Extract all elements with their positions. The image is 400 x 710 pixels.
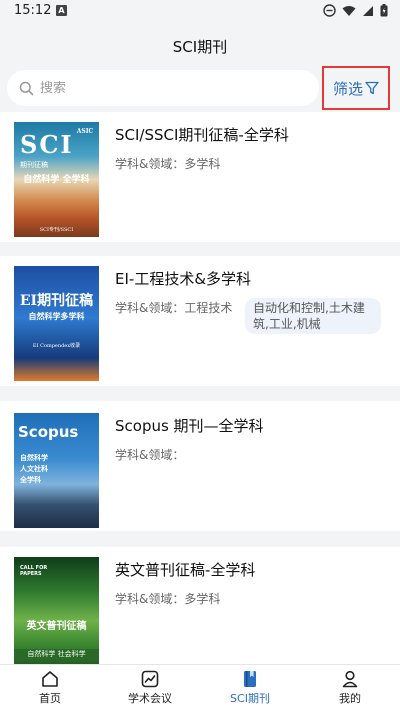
field-tag: 自动化和控制,土木建筑,工业,机械 <box>245 298 381 334</box>
cover-heading: EI期刊征稿 <box>19 293 94 309</box>
bottom-tab-bar: 首页 学术会议 SCI期刊 我的 <box>0 664 400 710</box>
wifi-icon <box>342 5 356 16</box>
journal-card[interactable]: EI期刊征稿 自然科学多学科 EI Compendex收录 EI-工程技术&多学… <box>0 256 400 386</box>
filter-button[interactable]: 筛选 <box>322 66 390 110</box>
cover-subheading: 英文普刊征稿 <box>26 621 87 632</box>
tab-label: 首页 <box>39 692 61 705</box>
cover-heading: CALL FOR PAPERS <box>20 565 48 577</box>
journal-field: 学科&领域：多学科 <box>115 155 220 172</box>
cover-subheading: 期刊征稿 <box>20 161 48 169</box>
filter-icon <box>365 81 379 95</box>
field-prefix: 学科&领域： <box>115 157 185 171</box>
cover-subtitle: 自然科学 社会科学 <box>14 649 99 659</box>
field-value: 多学科 <box>184 157 221 171</box>
search-icon <box>19 81 34 96</box>
signal-icon <box>363 5 373 16</box>
journal-field: 学科&领域：多学科 <box>115 590 220 607</box>
journal-field: 学科&领域： <box>115 446 184 463</box>
status-icons <box>323 4 388 17</box>
journal-cover: SCI ASIC 期刊征稿 自然科学 全学科 SCI专刊/SSCI <box>14 122 99 237</box>
search-input[interactable] <box>40 80 280 96</box>
tab-label: 学术会议 <box>128 692 172 705</box>
search-box[interactable] <box>7 70 319 106</box>
tab-profile[interactable]: 我的 <box>300 665 400 710</box>
app-header: SCI期刊 <box>0 24 400 66</box>
journal-title: Scopus 期刊—全学科 <box>115 417 264 435</box>
cover-subheading: 自然科学 <box>20 453 48 462</box>
cover-tagline: 全学科 <box>20 475 41 484</box>
cover-subtitle: 人文社科 <box>20 464 48 473</box>
cover-heading: SCI <box>20 130 74 159</box>
journal-list: SCI ASIC 期刊征稿 自然科学 全学科 SCI专刊/SSCI SCI/SS… <box>0 112 400 664</box>
book-icon <box>244 671 256 687</box>
chart-icon <box>141 670 159 688</box>
cover-subheading: 自然科学多学科 <box>28 311 85 321</box>
journal-cover: CALL FOR PAPERS 英文普刊征稿 自然科学 社会科学 <box>14 557 99 664</box>
field-prefix: 学科&领域： <box>115 448 185 462</box>
journal-title: SCI/SSCI期刊征稿-全学科 <box>115 126 289 144</box>
journal-field: 学科&领域：工程技术 <box>115 299 232 316</box>
journal-title: 英文普刊征稿-全学科 <box>115 561 256 579</box>
journal-card[interactable]: CALL FOR PAPERS 英文普刊征稿 自然科学 社会科学 英文普刊征稿-… <box>0 547 400 664</box>
journal-card[interactable]: SCI ASIC 期刊征稿 自然科学 全学科 SCI专刊/SSCI SCI/SS… <box>0 112 400 242</box>
journal-card[interactable]: Scopus 自然科学 人文社科 全学科 Scopus 期刊—全学科 学科&领域… <box>0 401 400 531</box>
cover-subtitle: 自然科学 全学科 <box>23 175 90 185</box>
journal-title: EI-工程技术&多学科 <box>115 270 252 288</box>
field-prefix: 学科&领域： <box>115 301 185 315</box>
tab-label: 我的 <box>339 692 361 705</box>
status-time: 15:12 <box>14 3 52 18</box>
cover-heading: Scopus <box>18 423 79 441</box>
filter-label: 筛选 <box>332 79 363 98</box>
search-row: 筛选 <box>0 66 400 112</box>
person-icon <box>342 670 358 688</box>
tab-home[interactable]: 首页 <box>0 665 100 710</box>
journal-cover: Scopus 自然科学 人文社科 全学科 <box>14 413 99 528</box>
tab-sci-journals[interactable]: SCI期刊 <box>200 665 300 710</box>
field-value: 多学科 <box>184 592 221 606</box>
journal-cover: EI期刊征稿 自然科学多学科 EI Compendex收录 <box>14 266 99 381</box>
field-value: 工程技术 <box>184 301 233 315</box>
dnd-icon <box>323 4 336 17</box>
cover-brand: ASIC <box>76 128 94 135</box>
tab-conferences[interactable]: 学术会议 <box>100 665 200 710</box>
battery-icon <box>380 4 388 17</box>
field-prefix: 学科&领域： <box>115 592 185 606</box>
notification-icon: A <box>56 5 67 16</box>
cover-subtitle: EI Compendex收录 <box>32 343 81 349</box>
cover-footer: SCI专刊/SSCI <box>39 227 74 233</box>
page-title: SCI期刊 <box>172 38 228 56</box>
status-bar: 15:12 A <box>0 0 400 24</box>
tab-label: SCI期刊 <box>230 692 270 705</box>
home-icon <box>42 671 58 687</box>
